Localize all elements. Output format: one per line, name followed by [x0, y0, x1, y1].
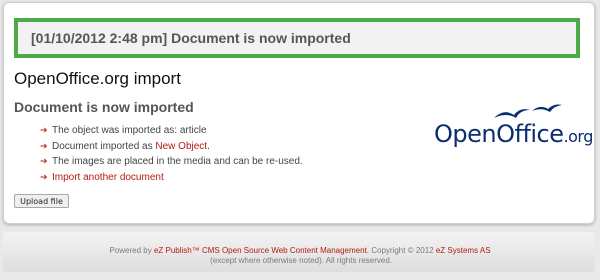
- result-list: ➔ The object was imported as: article ➔ …: [40, 123, 303, 185]
- arrow-bullet-icon: ➔: [40, 156, 48, 166]
- list-item: ➔ Import another document: [40, 170, 303, 185]
- feedback-text: [01/10/2012 2:48 pm] Document is now imp…: [31, 30, 351, 46]
- feedback-message: [01/10/2012 2:48 pm] Document is now imp…: [14, 18, 580, 58]
- openoffice-logo: OpenOffice.org: [432, 102, 593, 150]
- section-title: Document is now imported: [14, 99, 194, 115]
- arrow-bullet-icon: ➔: [40, 140, 48, 151]
- new-object-link[interactable]: New Object: [155, 139, 207, 154]
- list-item-text: The object was imported as: article: [52, 125, 207, 136]
- list-item-text: .: [207, 140, 210, 152]
- list-item: ➔ The images are placed in the media and…: [40, 154, 303, 169]
- list-item: ➔ Document imported as New Object.: [40, 139, 303, 154]
- upload-file-button[interactable]: Upload file: [14, 194, 69, 208]
- logo-text: OpenOffice.org: [434, 120, 593, 148]
- ez-publish-link[interactable]: eZ Publish™ CMS Open Source Web Content …: [154, 246, 367, 255]
- ez-systems-link[interactable]: eZ Systems AS: [436, 246, 491, 255]
- page-title: OpenOffice.org import: [14, 69, 181, 88]
- arrow-bullet-icon: ➔: [40, 171, 48, 182]
- list-item-text: The images are placed in the media and c…: [52, 156, 303, 167]
- list-item: ➔ The object was imported as: article: [40, 123, 303, 138]
- list-item-text: Document imported as: [52, 140, 156, 152]
- footer-text: Powered by eZ Publish™ CMS Open Source W…: [109, 246, 491, 265]
- import-another-document-link[interactable]: Import another document: [52, 170, 164, 185]
- arrow-bullet-icon: ➔: [40, 125, 48, 135]
